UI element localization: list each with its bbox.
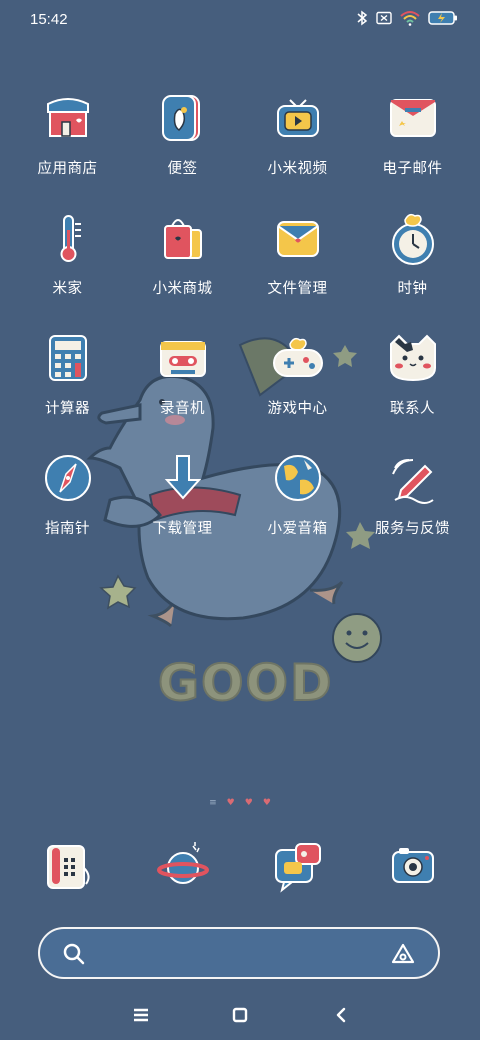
gamepad-icon [270,330,326,386]
app-service-feedback[interactable]: 服务与反馈 [355,450,470,560]
wifi-icon [400,11,420,26]
messages-icon [270,838,326,894]
app-label: 指南针 [45,521,90,537]
search-icon[interactable] [62,942,86,966]
back-icon [336,1007,346,1023]
app-clock[interactable]: 时钟 [355,210,470,320]
app-label: 应用商店 [37,161,98,177]
sim-off-icon [376,11,392,25]
app-store[interactable]: 应用商店 [10,90,125,200]
app-store-icon [40,90,96,146]
globe-speaker-icon [270,450,326,506]
wallpaper-smiley [332,613,382,663]
app-xiaoai-speaker[interactable]: 小爱音箱 [240,450,355,560]
app-mall[interactable]: 小米商城 [125,210,240,320]
compass-icon [40,450,96,506]
app-calculator[interactable]: 计算器 [10,330,125,440]
xiaoai-assistant-icon[interactable] [390,942,416,966]
shopping-bag-icon [155,210,211,266]
menu-button[interactable] [126,1000,156,1030]
app-compass[interactable]: 指南针 [10,450,125,560]
battery-charging-icon [428,11,457,25]
app-downloads[interactable]: 下载管理 [125,450,240,560]
planet-browser-icon [155,838,211,894]
search-bar[interactable] [38,927,440,979]
dock-messages[interactable] [240,838,355,902]
app-label: 米家 [52,281,83,297]
folder-icon [270,210,326,266]
navigation-bar [0,990,480,1040]
app-video[interactable]: 小米视频 [240,90,355,200]
dock-phone[interactable] [10,838,125,902]
camera-icon [385,838,441,894]
page-dot-heart-icon: ♥ [244,798,253,808]
dock-browser[interactable] [125,838,240,902]
app-files[interactable]: 文件管理 [240,210,355,320]
page-dot-heart-icon: ♥ [226,798,235,808]
page-indicator[interactable]: ≡ ♥ ♥ ♥ [0,798,480,808]
app-recorder[interactable]: 录音机 [125,330,240,440]
cat-face-icon [385,330,441,386]
email-icon [385,90,441,146]
app-label: 联系人 [390,401,435,417]
app-label: 下载管理 [152,521,213,537]
bluetooth-icon [357,10,368,26]
app-label: 小米商城 [152,281,213,297]
back-button[interactable] [326,1000,356,1030]
app-label: 电子邮件 [382,161,443,177]
dock-camera[interactable] [355,838,470,902]
video-icon [270,90,326,146]
menu-icon [134,1008,148,1022]
status-bar: 15:42 [0,0,480,40]
page-dot-heart-icon: ♥ [262,798,271,808]
app-game-center[interactable]: 游戏中心 [240,330,355,440]
app-notes[interactable]: 便签 [125,90,240,200]
app-label: 计算器 [45,401,90,417]
app-label: 便签 [167,161,198,177]
wallpaper-star [99,574,137,610]
phone-icon [40,838,96,894]
thermometer-icon [40,210,96,266]
app-label: 文件管理 [267,281,328,297]
wallpaper-text: GOOD [158,654,334,712]
app-label: 录音机 [160,401,205,417]
app-label: 游戏中心 [267,401,328,417]
app-contacts[interactable]: 联系人 [355,330,470,440]
app-label: 服务与反馈 [375,521,450,537]
clock-icon [385,210,441,266]
calculator-icon [40,330,96,386]
app-label: 小米视频 [267,161,328,177]
status-time: 15:42 [30,11,68,28]
home-button[interactable] [225,1000,255,1030]
app-email[interactable]: 电子邮件 [355,90,470,200]
cassette-icon [155,330,211,386]
dock [10,838,470,902]
download-arrow-icon [155,450,211,506]
app-label: 小爱音箱 [267,521,328,537]
notes-icon [155,90,211,146]
feedback-pen-icon [385,450,441,506]
app-label: 时钟 [397,281,428,297]
page-dot-list-icon: ≡ [209,798,217,808]
app-mihome[interactable]: 米家 [10,210,125,320]
home-icon [232,1007,248,1023]
